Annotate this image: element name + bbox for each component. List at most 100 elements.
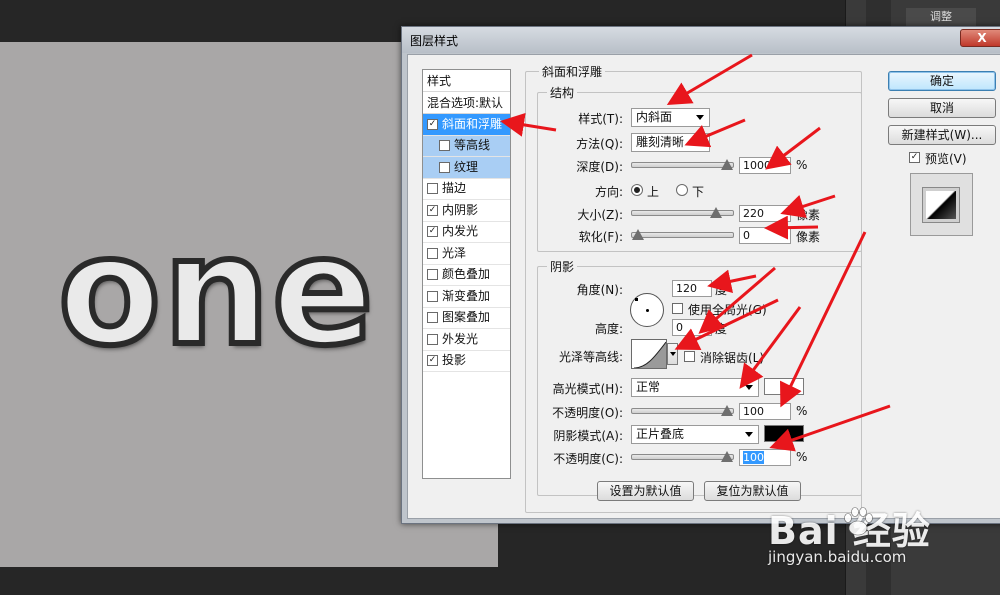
style-item-checkbox[interactable]: [427, 355, 438, 367]
style-item-checkbox[interactable]: [427, 226, 438, 238]
style-item-label: 内阴影: [442, 202, 479, 217]
direction-down-radio[interactable]: [676, 184, 688, 196]
highlight-opacity-handle[interactable]: [721, 405, 733, 416]
style-item-checkbox[interactable]: [427, 290, 438, 302]
style-item-checkbox[interactable]: [427, 333, 438, 345]
style-item-checkbox[interactable]: [427, 183, 438, 195]
watermark-url: jingyan.baidu.com: [768, 548, 907, 566]
shadow-opacity-handle[interactable]: [721, 451, 733, 462]
style-item-1[interactable]: 等高线: [423, 135, 510, 157]
style-item-4[interactable]: 内阴影: [423, 200, 510, 222]
new-style-button[interactable]: 新建样式(W)...: [888, 125, 996, 145]
angle-input[interactable]: 120: [672, 280, 712, 297]
highlight-opacity-input[interactable]: 100: [739, 403, 791, 420]
paw-logo-icon: [844, 507, 873, 536]
gloss-contour-label: 光泽等高线:: [558, 350, 623, 364]
soften-input[interactable]: 0: [739, 227, 791, 244]
styles-list: 样式 混合选项:默认 斜面和浮雕等高线纹理描边内阴影内发光光泽颜色叠加渐变叠加图…: [422, 69, 511, 479]
style-item-label: 颜色叠加: [442, 267, 491, 282]
soften-unit: 像素: [796, 230, 821, 244]
shading-title: 阴影: [547, 258, 578, 275]
style-item-5[interactable]: 内发光: [423, 222, 510, 243]
style-item-label: 外发光: [442, 331, 479, 346]
soften-slider[interactable]: [631, 229, 734, 240]
style-item-checkbox[interactable]: [427, 269, 438, 281]
style-item-checkbox[interactable]: [427, 312, 438, 324]
cancel-button[interactable]: 取消: [888, 98, 996, 118]
style-item-0[interactable]: 斜面和浮雕: [423, 114, 510, 136]
contour-dropdown-button[interactable]: [667, 343, 678, 365]
antialias-label: 消除锯齿(L): [700, 351, 765, 365]
shadow-mode-select[interactable]: 正片叠底: [631, 425, 759, 444]
gloss-contour-picker[interactable]: [631, 339, 667, 369]
global-light-checkbox[interactable]: [672, 303, 683, 314]
adjustments-tab[interactable]: 调整: [906, 8, 976, 26]
shadow-opacity-input[interactable]: 100: [739, 449, 791, 466]
style-item-checkbox[interactable]: [427, 204, 438, 216]
style-preview-thumbnail: [910, 173, 973, 236]
depth-slider[interactable]: [631, 159, 734, 170]
shadow-color-swatch[interactable]: [764, 425, 804, 442]
highlight-opacity-slider[interactable]: [631, 405, 734, 416]
technique-select[interactable]: 雕刻清晰: [631, 133, 710, 152]
preview-checkbox[interactable]: [909, 152, 920, 163]
shadow-opacity-slider[interactable]: [631, 451, 734, 462]
shadow-mode-label: 阴影模式(A):: [553, 429, 623, 443]
style-item-2[interactable]: 纹理: [423, 157, 510, 179]
chevron-down-icon: [745, 432, 753, 437]
style-item-label: 渐变叠加: [442, 288, 491, 303]
ok-button[interactable]: 确定: [888, 71, 996, 91]
chevron-down-icon: [745, 385, 753, 390]
style-item-label: 描边: [442, 181, 467, 196]
depth-input[interactable]: 1000: [739, 157, 791, 174]
style-item-6[interactable]: 光泽: [423, 243, 510, 265]
style-item-label: 光泽: [442, 245, 467, 260]
altitude-input[interactable]: 0: [672, 319, 712, 336]
style-item-checkbox[interactable]: [427, 247, 438, 259]
altitude-label: 高度:: [594, 322, 623, 336]
dialog-titlebar[interactable]: 图层样式 X: [402, 27, 1000, 53]
antialias-checkbox[interactable]: [684, 351, 695, 362]
style-item-8[interactable]: 渐变叠加: [423, 286, 510, 308]
styles-list-header[interactable]: 样式: [423, 70, 510, 92]
size-value: 220: [743, 207, 764, 220]
style-item-3[interactable]: 描边: [423, 179, 510, 200]
style-item-7[interactable]: 颜色叠加: [423, 265, 510, 286]
technique-label: 方法(Q):: [576, 137, 623, 151]
angle-dial[interactable]: [630, 293, 664, 327]
style-item-10[interactable]: 外发光: [423, 329, 510, 351]
style-item-label: 内发光: [442, 224, 479, 239]
dialog-title: 图层样式: [410, 34, 459, 48]
angle-center-dot: [646, 309, 649, 312]
style-item-label: 斜面和浮雕: [442, 116, 503, 131]
highlight-opacity-unit: %: [796, 404, 808, 418]
soften-label: 软化(F):: [578, 230, 623, 244]
make-default-button[interactable]: 设置为默认值: [597, 481, 694, 501]
bevel-style-value: 内斜面: [636, 110, 673, 124]
angle-indicator: [635, 298, 638, 301]
size-unit: 像素: [796, 208, 821, 222]
style-item-checkbox[interactable]: [439, 140, 450, 152]
direction-up-radio[interactable]: [631, 184, 643, 196]
soften-slider-handle[interactable]: [632, 229, 644, 240]
highlight-opacity-label: 不透明度(O):: [552, 406, 623, 420]
style-item-11[interactable]: 投影: [423, 351, 510, 372]
style-item-checkbox[interactable]: [427, 118, 438, 130]
highlight-mode-select[interactable]: 正常: [631, 378, 759, 397]
chevron-down-icon: [670, 352, 676, 356]
altitude-unit: 度: [715, 322, 728, 336]
baidu-jingyan-watermark: Bai 经验 jingyan.baidu.com: [768, 500, 1000, 595]
highlight-mode-label: 高光模式(H):: [552, 382, 623, 396]
bevel-style-select[interactable]: 内斜面: [631, 108, 710, 127]
style-item-checkbox[interactable]: [439, 161, 450, 173]
size-slider[interactable]: [631, 207, 734, 218]
size-slider-handle[interactable]: [710, 207, 723, 218]
size-input[interactable]: 220: [739, 205, 791, 222]
style-item-label: 投影: [442, 353, 467, 368]
reset-default-button[interactable]: 复位为默认值: [704, 481, 801, 501]
highlight-color-swatch[interactable]: [764, 378, 804, 395]
depth-slider-handle[interactable]: [721, 159, 733, 170]
close-button[interactable]: X: [960, 29, 1000, 47]
blend-options-item[interactable]: 混合选项:默认: [423, 92, 510, 114]
style-item-9[interactable]: 图案叠加: [423, 308, 510, 329]
